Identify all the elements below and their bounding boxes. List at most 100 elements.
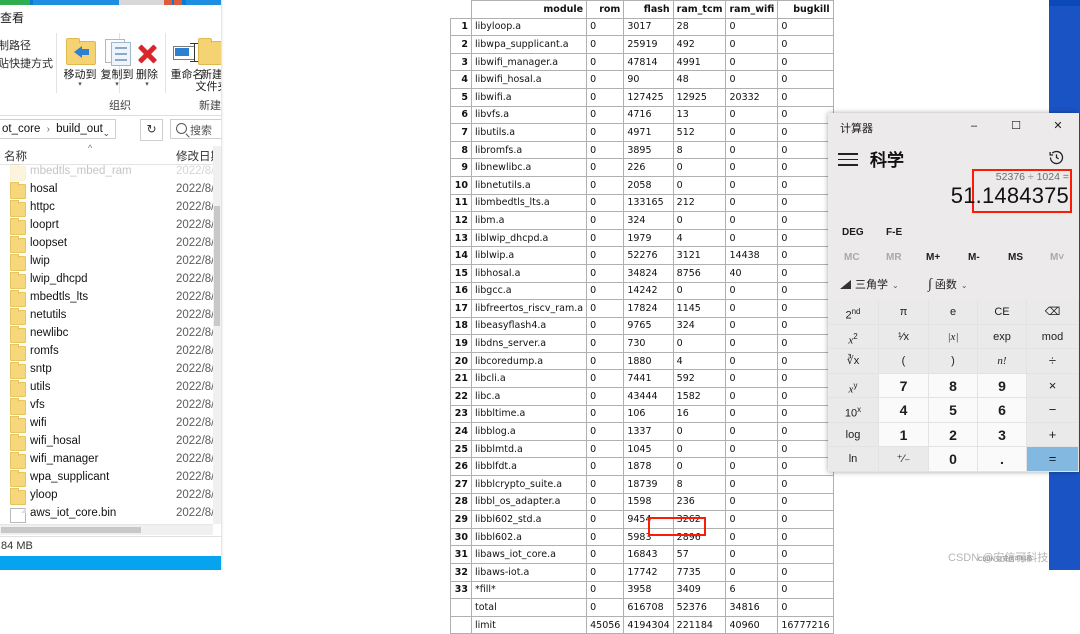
calc-key-x[interactable]: ∛x (828, 349, 879, 374)
calc-key-0[interactable]: 0 (929, 447, 978, 472)
cell-value: 0 (586, 545, 625, 564)
list-item[interactable]: aws_iot_core.bin 2022/8/ (0, 506, 213, 524)
horizontal-scrollbar[interactable] (0, 524, 213, 535)
table-row: 24 libblog.a 0 1337 0 0 0 (450, 422, 834, 441)
move-to-button[interactable]: 移动到 ▾ (60, 35, 100, 88)
search-input[interactable]: 搜索 (170, 119, 221, 139)
column-header: module (470, 0, 588, 19)
calc-key-superscript: y (853, 380, 858, 390)
breadcrumb[interactable]: ot_core › build_out ⌄ (0, 119, 116, 139)
calc-key-[interactable]: ⁺⁄₋ (879, 447, 929, 472)
calc-key-[interactable]: × (1027, 373, 1079, 399)
fe-toggle[interactable]: F-E (886, 227, 902, 238)
list-item[interactable]: netutils 2022/8/ (0, 308, 213, 326)
memory-add-button[interactable]: M+ (926, 252, 940, 263)
calc-key-[interactable]: ⌫ (1027, 300, 1079, 325)
calc-key-[interactable]: = (1027, 447, 1079, 472)
list-item[interactable]: wpa_supplicant 2022/8/ (0, 470, 213, 488)
file-list[interactable]: mbedtls_mbed_ram 2022/8/hosal 2022/8/httpc… (0, 164, 213, 524)
calc-key-n[interactable]: n! (978, 349, 1027, 374)
cell-value: 3121 (672, 246, 727, 265)
chevron-down-icon[interactable]: ⌄ (102, 124, 110, 138)
ribbon-text-column: 制路径 贴快捷方式 (0, 37, 56, 73)
trigonometry-dropdown[interactable]: 三角学 ⌄ (840, 276, 899, 292)
breadcrumb-part-2[interactable]: build_out (56, 123, 103, 135)
calc-key-e[interactable]: e (929, 300, 978, 325)
calc-key-9[interactable]: 9 (978, 373, 1027, 399)
hamburger-icon[interactable] (838, 153, 858, 167)
list-item[interactable]: lwip 2022/8/ (0, 254, 213, 272)
calc-key-CE[interactable]: CE (978, 300, 1027, 325)
deg-toggle[interactable]: DEG (842, 227, 864, 238)
history-icon[interactable] (1048, 149, 1065, 166)
list-item[interactable]: wifi 2022/8/ (0, 416, 213, 434)
scrollbar-thumb-horizontal[interactable] (1, 527, 141, 533)
calc-key-x[interactable]: |x| (929, 324, 978, 350)
calc-key-log[interactable]: log (828, 422, 879, 448)
cell-value: 0 (725, 105, 779, 125)
calc-key-5[interactable]: 5 (929, 398, 978, 423)
calc-key-[interactable]: ) (929, 349, 978, 374)
calc-key-[interactable]: . (978, 447, 1027, 472)
calc-key-2[interactable]: 2 (929, 422, 978, 448)
list-item[interactable]: hosal 2022/8/ (0, 182, 213, 200)
list-item[interactable]: vfs 2022/8/ (0, 398, 213, 416)
table-row: 15 libhosal.a 0 34824 8756 40 0 (450, 263, 834, 283)
list-item[interactable]: utils 2022/8/ (0, 380, 213, 398)
calc-key-[interactable]: π (879, 300, 929, 325)
list-item[interactable]: newlibc 2022/8/ (0, 326, 213, 344)
list-item[interactable]: wifi_hosal 2022/8/ (0, 434, 213, 452)
calc-key-10[interactable]: 10x (828, 398, 879, 423)
calc-key-ln[interactable]: ln (828, 447, 879, 472)
new-folder-button[interactable]: 新建 文件夹 (190, 35, 221, 93)
cell-value: 3017 (623, 17, 674, 37)
calc-key-7[interactable]: 7 (879, 373, 929, 399)
list-item[interactable]: mbedtls_lts 2022/8/ (0, 290, 213, 308)
list-item[interactable]: loopset 2022/8/ (0, 236, 213, 254)
ribbon-copy-path[interactable]: 制路径 (0, 37, 56, 55)
calc-key-[interactable]: + (1027, 422, 1079, 448)
calc-key-4[interactable]: 4 (879, 398, 929, 423)
calc-key-3[interactable]: 3 (978, 422, 1027, 448)
list-item[interactable]: looprt 2022/8/ (0, 218, 213, 236)
tab-view[interactable]: 查看 (0, 9, 24, 26)
maximize-button[interactable]: ☐ (995, 113, 1037, 139)
calc-key-mod[interactable]: mod (1027, 324, 1079, 350)
calc-key-2[interactable]: 2nd (828, 300, 879, 325)
calc-key-x[interactable]: xy (828, 373, 879, 399)
list-item[interactable]: mbedtls_mbed_ram 2022/8/ (0, 164, 213, 182)
column-header-name[interactable]: 名称 (4, 148, 27, 164)
calc-key-1[interactable]: 1 (879, 422, 929, 448)
calc-key-x[interactable]: ¹⁄x (879, 324, 929, 350)
vertical-scrollbar[interactable] (213, 146, 221, 524)
list-item[interactable]: wifi_manager 2022/8/ (0, 452, 213, 470)
delete-button[interactable]: 删除 ▾ (127, 35, 167, 88)
list-item[interactable]: httpc 2022/8/ (0, 200, 213, 218)
refresh-icon[interactable]: ↻ (140, 119, 163, 141)
functions-dropdown[interactable]: ∫ 函数 ⌄ (928, 276, 968, 293)
memory-list-button[interactable]: M˅ (1050, 252, 1064, 263)
calc-key-[interactable]: − (1027, 398, 1079, 423)
calc-key-x[interactable]: x2 (828, 324, 879, 350)
calc-key-exp[interactable]: exp (978, 324, 1027, 350)
calc-key-8[interactable]: 8 (929, 373, 978, 399)
list-item[interactable]: sntp 2022/8/ (0, 362, 213, 380)
calc-key-[interactable]: ÷ (1027, 349, 1079, 374)
calc-key-6[interactable]: 6 (978, 398, 1027, 423)
memory-clear-button[interactable]: MC (844, 252, 860, 263)
list-item[interactable]: lwip_dhcpd 2022/8/ (0, 272, 213, 290)
calc-key-[interactable]: ( (879, 349, 929, 374)
cell-value: 324 (623, 211, 674, 230)
minimize-button[interactable]: – (953, 113, 995, 139)
breadcrumb-part-1[interactable]: ot_core (2, 123, 40, 135)
cell-value: 0 (777, 563, 834, 582)
module-name: libmbedtls_lts.a (470, 193, 588, 213)
memory-subtract-button[interactable]: M- (968, 252, 980, 263)
ribbon-paste-shortcut[interactable]: 贴快捷方式 (0, 55, 56, 73)
list-item[interactable]: yloop 2022/8/ (0, 488, 213, 506)
close-button[interactable]: ✕ (1037, 113, 1079, 139)
memory-store-button[interactable]: MS (1008, 252, 1023, 263)
list-item[interactable]: romfs 2022/8/ (0, 344, 213, 362)
memory-recall-button[interactable]: MR (886, 252, 902, 263)
scrollbar-thumb[interactable] (214, 206, 220, 326)
